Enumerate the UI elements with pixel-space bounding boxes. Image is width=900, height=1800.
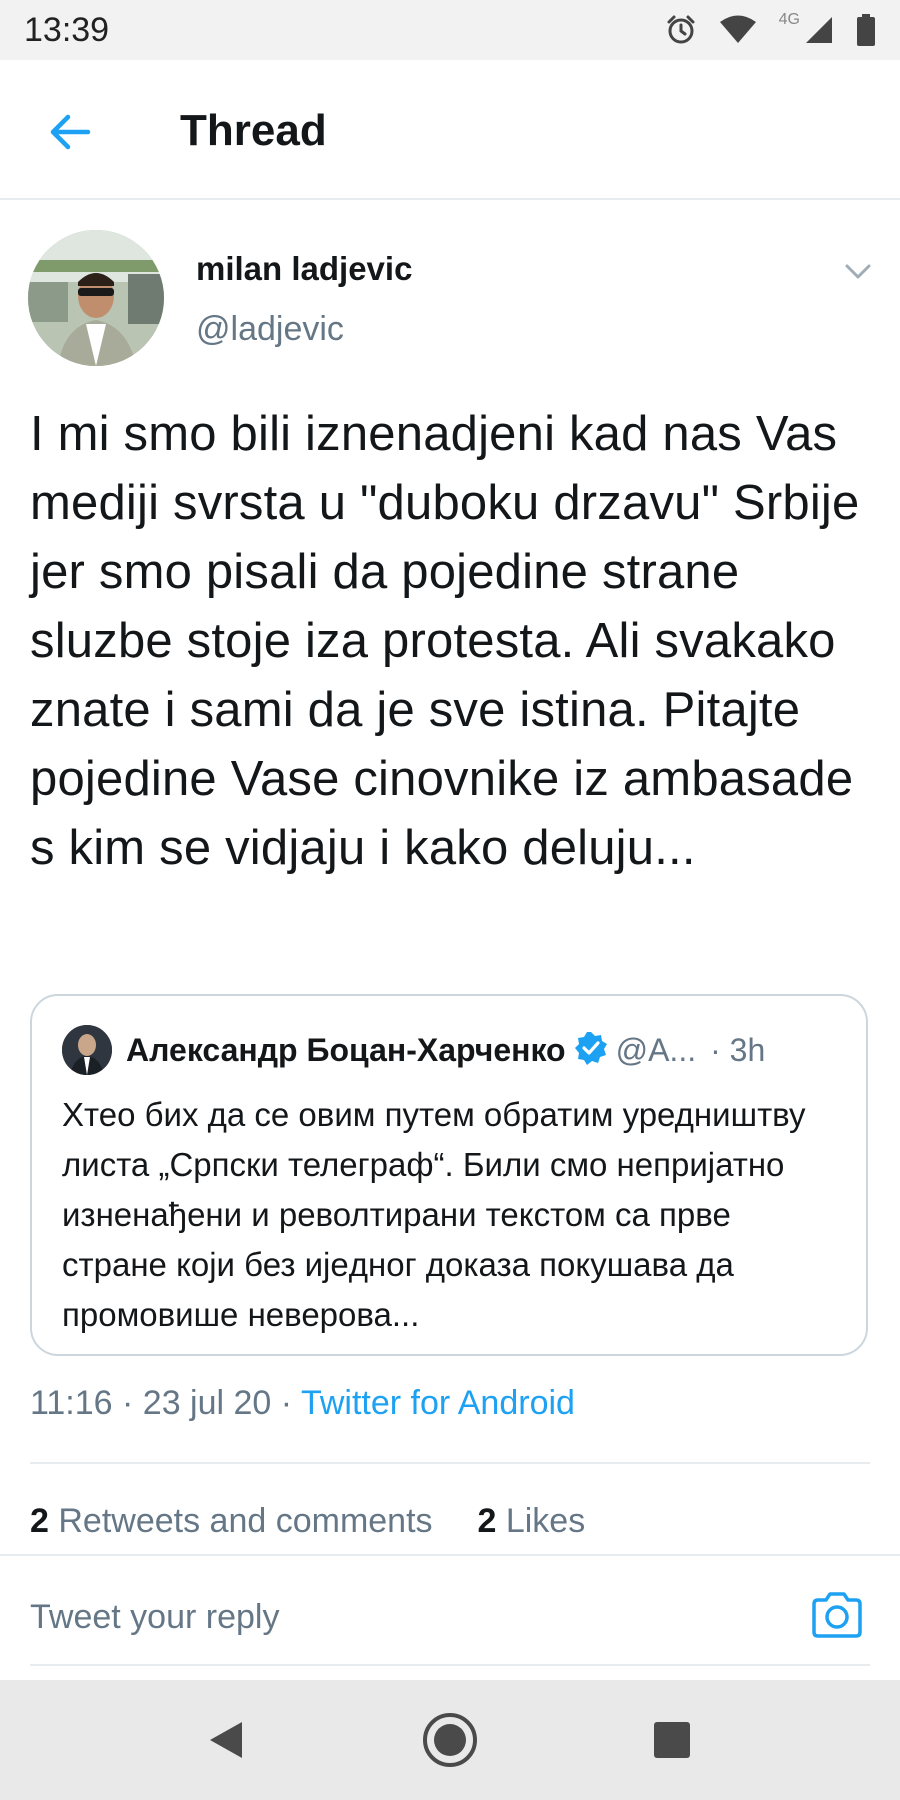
retweets-count: 2 <box>30 1502 49 1540</box>
chevron-down-icon <box>845 264 871 279</box>
square-recents-icon <box>654 1722 690 1758</box>
tweet-time: 11:16 <box>30 1384 113 1422</box>
reply-input[interactable]: Tweet your reply <box>30 1598 279 1637</box>
tweet-meta: 11:16 · 23 jul 20 · Twitter for Android <box>30 1384 575 1422</box>
signal-icon <box>804 15 834 45</box>
arrow-left-icon <box>50 114 91 150</box>
camera-button[interactable] <box>810 1590 864 1640</box>
tweet-date: 23 jul 20 <box>142 1384 272 1422</box>
quoted-tweet-text: Хтео бих да се овим путем обратим уредни… <box>62 1096 806 1333</box>
tweet-text: I mi smo bili iznenadjeni kad nas Vas me… <box>30 407 860 875</box>
quoted-avatar <box>62 1025 112 1075</box>
likes-label: Likes <box>505 1502 586 1540</box>
app-header: Thread <box>0 60 900 200</box>
battery-icon <box>856 14 876 46</box>
page-title: Thread <box>180 106 327 155</box>
quoted-time-value: 3h <box>729 1031 766 1068</box>
author-handle[interactable]: @ladjevic <box>196 310 344 349</box>
quoted-author-name: Александр Боцан-Харченко <box>126 1031 566 1068</box>
tweet-stats: 2 Retweets and comments 2 Likes <box>30 1502 585 1541</box>
network-type: 4G <box>778 11 800 28</box>
nav-recents-button[interactable] <box>642 1710 702 1770</box>
status-bar: 13:39 4G <box>0 0 900 60</box>
likes-stat[interactable]: 2 Likes <box>477 1502 585 1540</box>
nav-home-button[interactable] <box>420 1710 480 1770</box>
retweets-label: Retweets and comments <box>58 1502 433 1540</box>
tweet-source-link[interactable]: Twitter for Android <box>301 1384 575 1422</box>
quoted-author-handle: @A... <box>615 1031 697 1068</box>
verified-icon <box>574 1031 608 1070</box>
quoted-time: · 3h <box>710 1031 766 1068</box>
retweets-stat[interactable]: 2 Retweets and comments <box>30 1502 433 1540</box>
quoted-tweet[interactable]: Александр Боцан-Харченко @A... · 3h Хтео… <box>30 994 868 1356</box>
camera-icon <box>812 1592 862 1638</box>
home-circle-icon <box>423 1713 477 1767</box>
likes-count: 2 <box>477 1502 497 1540</box>
system-nav-bar <box>0 1680 900 1800</box>
divider <box>30 1664 870 1666</box>
quoted-tweet-header: Александр Боцан-Харченко @A... · 3h <box>62 1022 836 1078</box>
triangle-back-icon <box>210 1722 242 1758</box>
wifi-icon <box>719 15 757 45</box>
back-button[interactable] <box>42 104 98 160</box>
author-name[interactable]: milan ladjevic <box>196 250 412 288</box>
divider <box>30 1462 870 1464</box>
alarm-icon <box>665 14 697 46</box>
nav-back-button[interactable] <box>196 1710 256 1770</box>
avatar[interactable] <box>28 230 164 366</box>
status-icons: 4G <box>665 11 876 46</box>
tweet-menu-button[interactable] <box>840 254 876 290</box>
status-time: 13:39 <box>24 10 110 49</box>
